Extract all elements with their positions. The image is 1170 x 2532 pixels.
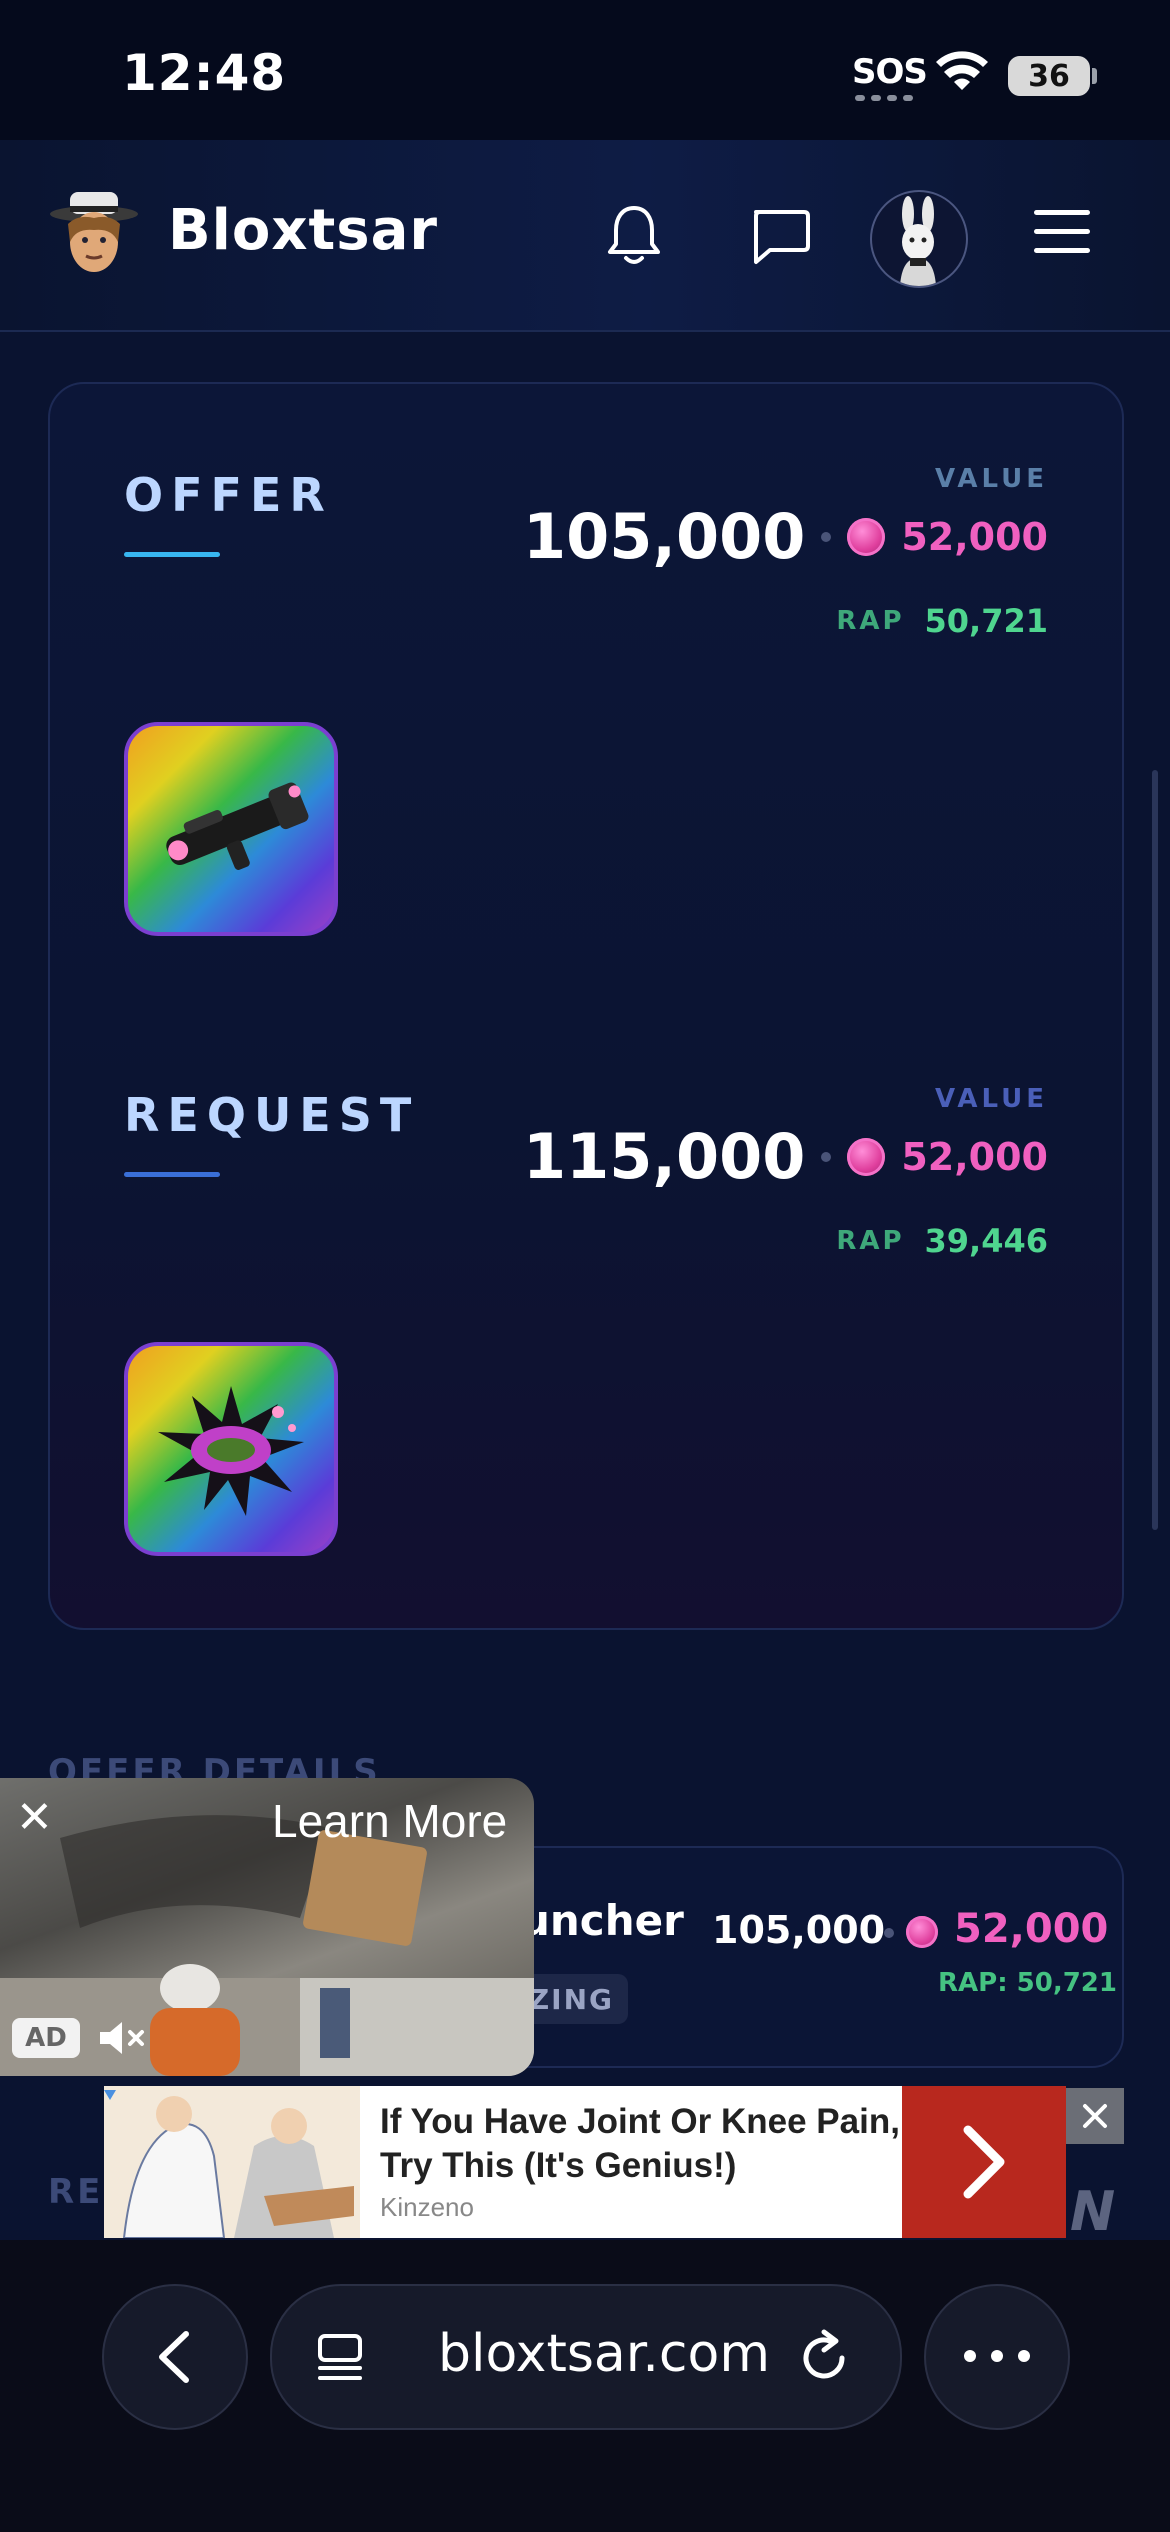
ellipsis-icon xyxy=(964,2350,1030,2362)
separator-dot xyxy=(821,1151,832,1162)
avatar-icon[interactable] xyxy=(48,184,140,276)
request-underline xyxy=(124,1172,220,1177)
banner-ad-headline[interactable]: If You Have Joint Or Knee Pain, Try This… xyxy=(380,2100,900,2188)
chevron-left-icon xyxy=(159,2331,189,2383)
back-button[interactable] xyxy=(102,2284,248,2430)
offer-rap-value: 50,721 xyxy=(924,602,1048,640)
offer-details-item-name: uncher xyxy=(520,1896,684,1945)
ad-learn-more-link[interactable]: Learn More xyxy=(272,1794,507,1848)
battery-cap xyxy=(1092,68,1097,84)
gem-icon xyxy=(847,517,886,556)
offer-title: OFFER xyxy=(124,468,333,522)
banner-ad-source: Kinzeno xyxy=(380,2192,474,2222)
offer-values-row: 105,000 52,000 xyxy=(523,500,1048,573)
chevron-right-icon[interactable] xyxy=(902,2086,1066,2238)
ad-close-icon[interactable]: ✕ xyxy=(16,1792,53,1843)
more-button[interactable] xyxy=(924,2284,1070,2430)
user-avatar-icon[interactable] xyxy=(870,190,968,288)
request-value: 115,000 xyxy=(522,1120,806,1193)
gem-icon xyxy=(906,1916,938,1948)
offer-details-rap: RAP: 50,721 xyxy=(938,1968,1117,1998)
menu-icon[interactable] xyxy=(1034,208,1090,260)
offer-value: 105,000 xyxy=(522,500,806,573)
video-ad[interactable]: ✕ Learn More AD xyxy=(0,1778,534,2076)
rarity-badge: ZING xyxy=(520,1974,628,2024)
offer-rap-row: RAP 50,721 xyxy=(836,602,1048,640)
scrollbar[interactable] xyxy=(1152,770,1158,1530)
brand-name[interactable]: Bloxtsar xyxy=(168,198,438,263)
banner-close-icon[interactable] xyxy=(1066,2088,1124,2144)
gem-icon xyxy=(847,1137,886,1176)
signal-dots xyxy=(855,95,915,101)
status-time: 12:48 xyxy=(122,44,287,102)
trade-card: OFFER VALUE 105,000 52,000 RAP 50,721 RE… xyxy=(48,382,1124,1630)
offer-value-label: VALUE xyxy=(935,464,1048,494)
tabs-icon[interactable] xyxy=(316,2332,364,2382)
request-rap-label: RAP xyxy=(836,1226,905,1256)
offer-item-tile[interactable] xyxy=(124,722,338,936)
offer-underline xyxy=(124,552,220,557)
request-gem-value: 52,000 xyxy=(901,1134,1048,1179)
request-rap-row: RAP 39,446 xyxy=(836,1222,1048,1260)
battery-icon: 36 xyxy=(1008,56,1090,96)
wifi-icon xyxy=(934,50,990,98)
request-rap-value: 39,446 xyxy=(924,1222,1048,1260)
offer-rap-label: RAP xyxy=(836,606,905,636)
request-item-tile[interactable] xyxy=(124,1342,338,1556)
separator-dot xyxy=(884,1928,894,1938)
request-values-row: 115,000 52,000 xyxy=(523,1120,1048,1193)
address-bar[interactable]: bloxtsar.com xyxy=(270,2284,902,2430)
offer-gem-value: 52,000 xyxy=(901,514,1048,559)
url-text[interactable]: bloxtsar.com xyxy=(438,2324,770,2384)
request-value-label: VALUE xyxy=(935,1084,1048,1114)
spiky-creature-icon xyxy=(158,1386,304,1516)
offer-details-gem-value: 52,000 xyxy=(954,1906,1109,1952)
bell-icon[interactable] xyxy=(604,202,664,272)
site-header: Bloxtsar xyxy=(0,140,1170,332)
reload-icon[interactable] xyxy=(796,2328,852,2386)
banner-ad[interactable]: If You Have Joint Or Knee Pain, Try This… xyxy=(104,2086,1066,2238)
launcher-icon xyxy=(166,782,309,870)
chat-icon[interactable] xyxy=(748,206,812,270)
sos-indicator: SOS xyxy=(852,52,928,92)
section-title-partial: RE xyxy=(48,2172,104,2212)
separator-dot xyxy=(821,531,832,542)
request-title: REQUEST xyxy=(124,1088,420,1142)
ad-label: AD xyxy=(12,2018,80,2058)
mute-icon[interactable] xyxy=(96,2016,148,2064)
banner-ad-image xyxy=(104,2086,360,2238)
n-logo-icon: N xyxy=(1070,2180,1116,2243)
offer-details-value: 105,000 xyxy=(712,1908,886,1952)
